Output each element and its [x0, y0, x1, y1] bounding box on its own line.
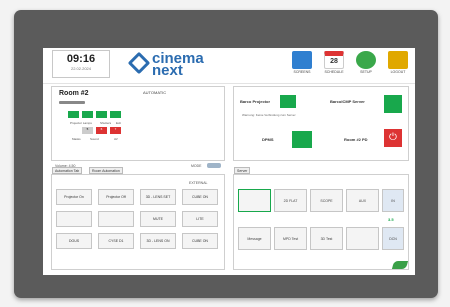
3d-test-button[interactable]: 3D Test	[310, 227, 343, 250]
lens-on-button[interactable]: 3D - LENS ON	[140, 233, 176, 249]
calendar-icon: 28	[324, 51, 344, 69]
monitor-icon	[292, 51, 312, 69]
exit-label: Exit	[116, 121, 122, 125]
projector-power-button[interactable]	[280, 95, 296, 108]
blank-button-1[interactable]	[56, 211, 92, 227]
logout-label: LOGOUT	[390, 70, 406, 74]
server-panel: Server 2D FLAT SCOPE AUX IN 3.5 Message …	[233, 167, 409, 270]
dcn-button[interactable]: DCN	[382, 227, 404, 250]
lock-icon	[388, 51, 408, 69]
cube-on-button-1[interactable]: CUBE ON	[182, 189, 218, 205]
screens-label: SCREENS	[293, 70, 311, 74]
logout-button[interactable]: LOGOUT	[385, 51, 411, 79]
cinema-next-logo: cinema next	[127, 51, 231, 79]
tab-automation[interactable]: Automation Tab	[52, 167, 83, 174]
sound-label: Sound	[90, 137, 99, 141]
server-info: Warnung: Keine Verbindung zum Server	[242, 113, 296, 117]
mode-toggle[interactable]	[207, 163, 221, 168]
logo-word-next: next	[152, 62, 183, 79]
cube-on-button-2[interactable]: CUBE ON	[182, 233, 218, 249]
mpd-test-button[interactable]: MPD Test	[274, 227, 307, 250]
mute-button[interactable]: MUTE	[140, 211, 176, 227]
mask-button-1[interactable]: 5	[82, 127, 93, 134]
cyse-button[interactable]: CYSE D1	[98, 233, 134, 249]
aux-button[interactable]: AUX	[346, 189, 379, 212]
setup-label: SETUP	[360, 70, 372, 74]
room-status: AUTOMATIC	[143, 90, 167, 95]
projector-lamps-label: Projector Lamps	[70, 121, 92, 125]
exit-button[interactable]	[110, 111, 121, 118]
lite-button[interactable]: LITE	[182, 211, 218, 227]
touch-screen: 09:16 22.02.2024 cinema next SCREENS 28 …	[43, 48, 415, 275]
setup-button[interactable]: SETUP	[353, 51, 379, 79]
tab-room-automation[interactable]: Room Automation	[89, 167, 123, 174]
level-value: 3.5	[388, 217, 394, 222]
scope-button[interactable]: SCOPE	[310, 189, 343, 212]
screens-button[interactable]: SCREENS	[289, 51, 315, 79]
av-label: AV	[114, 137, 118, 141]
gear-icon	[356, 51, 376, 69]
dpms-label: DPMS	[262, 137, 274, 142]
header-bar: 09:16 22.02.2024 cinema next SCREENS 28 …	[43, 48, 415, 84]
2d-flat-button[interactable]: 2D FLAT	[274, 189, 307, 212]
room-progress-bar	[59, 101, 85, 104]
shutters-label: Shutters	[100, 121, 112, 125]
message-button[interactable]: Message	[238, 227, 271, 250]
power-icon[interactable]: ⏻	[384, 129, 402, 147]
barco-projector-label: Barco Projector	[240, 99, 271, 104]
rack-button-1[interactable]	[238, 189, 271, 212]
automation-panel: Automation Tab Room Automation EXTERNAL …	[51, 167, 225, 270]
schedule-button[interactable]: 28 SCHEDULE	[321, 51, 347, 79]
projector-on-button[interactable]: Projector On	[56, 189, 92, 205]
clock-time: 09:16	[66, 53, 96, 65]
mode-label: MODE	[191, 164, 202, 168]
automation-status: EXTERNAL	[189, 181, 208, 185]
mask-button-2[interactable]: 6	[96, 127, 107, 134]
schedule-label: SCHEDULE	[324, 70, 344, 74]
in-button[interactable]: IN	[382, 189, 404, 212]
room-title: Room #2	[59, 90, 89, 97]
lens-set-button[interactable]: 3D - LENS SET	[140, 189, 176, 205]
dpms-button[interactable]	[292, 131, 312, 148]
clock-widget: 09:16 22.02.2024	[52, 50, 110, 78]
server-status-button[interactable]	[384, 95, 402, 113]
projector-off-button[interactable]: Projector Off	[98, 189, 134, 205]
lamp-button-1[interactable]	[68, 111, 79, 118]
clock-date: 22.02.2024	[70, 66, 92, 71]
server-label: BarcoICMP Server	[330, 99, 365, 104]
room-power-label: Room #2 PD	[344, 137, 368, 142]
shutter-button[interactable]	[96, 111, 107, 118]
rack-blank-button[interactable]	[346, 227, 379, 250]
blank-button-2[interactable]	[98, 211, 134, 227]
tab-server[interactable]: Server	[234, 167, 251, 174]
sound-button[interactable]: 7	[110, 127, 121, 134]
lamp-button-2[interactable]	[82, 111, 93, 118]
dous-button[interactable]: DOUS	[56, 233, 92, 249]
room-panel: Room #2 AUTOMATIC Projector Lamps Shutte…	[51, 86, 225, 161]
logo-diamond-icon	[127, 51, 151, 75]
masks-label: Masks	[72, 137, 81, 141]
projector-panel: Barco Projector BarcoICMP Server Warnung…	[233, 86, 409, 161]
